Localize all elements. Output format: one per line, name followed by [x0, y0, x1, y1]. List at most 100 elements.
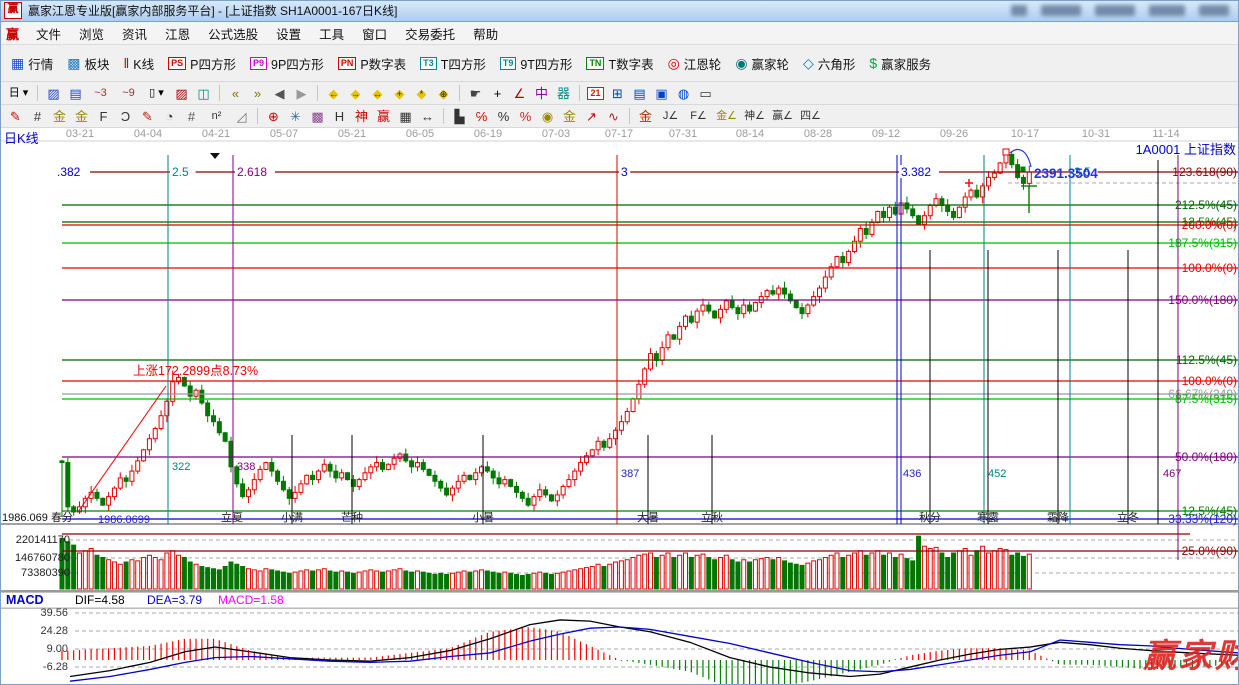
percent-panel-button[interactable]: ▙ — [449, 107, 470, 126]
percent-button[interactable]: % — [493, 107, 514, 126]
titlebar-blurred-button-5[interactable] — [1199, 5, 1229, 16]
hexagon-button[interactable]: ◇六角形 — [797, 51, 861, 76]
menu-item-4[interactable]: 江恩 — [156, 22, 199, 45]
gann-shape-button[interactable]: 中 — [531, 84, 552, 103]
clock-cycle-button[interactable]: ◔ — [159, 107, 180, 126]
percent-line-button[interactable]: ℅ — [471, 107, 492, 126]
arc-ruler-button[interactable]: Ɔ — [115, 107, 136, 126]
menu-item-1[interactable]: 文件 — [27, 22, 70, 45]
gold-ruler2-button[interactable]: 金 — [71, 107, 92, 126]
calculator-button[interactable]: ⊞ — [607, 84, 628, 103]
p-square-button[interactable]: PSP四方形 — [162, 51, 242, 76]
volume-bar — [509, 573, 513, 589]
sectors-button[interactable]: ▩板块 — [61, 51, 115, 76]
hand-tool-button[interactable]: ☛ — [465, 84, 486, 103]
count-grid-button[interactable]: ▦ — [395, 107, 416, 126]
arrow-mark-button[interactable]: ↗ — [581, 107, 602, 126]
calendar-button[interactable]: 21 — [585, 84, 606, 103]
span-arrow-button[interactable]: ↔ — [417, 107, 438, 126]
wave9-icon[interactable]: ~9 — [115, 84, 142, 103]
gann-wheel-button[interactable]: ◎江恩轮 — [662, 51, 728, 76]
titlebar-blurred-button-2[interactable] — [1041, 5, 1081, 16]
wave3-icon[interactable]: ~3 — [87, 84, 114, 103]
volume-profile-icon[interactable]: ◫ — [193, 84, 214, 103]
full-view-diamond-button[interactable]: ◆* — [411, 84, 432, 103]
candle-style-selector[interactable]: ▯ ▾ — [143, 84, 170, 103]
compress-diamond-button[interactable]: ◆+ — [389, 84, 410, 103]
chart-grid-icon[interactable]: ▨ — [43, 84, 64, 103]
gann-scale-button[interactable]: # — [27, 107, 48, 126]
web-grid-button[interactable]: ▩ — [307, 107, 328, 126]
angle-tool-button[interactable]: ∠ — [509, 84, 530, 103]
ruler-button[interactable]: # — [181, 107, 202, 126]
9p-square-button[interactable]: P99P四方形 — [244, 51, 330, 76]
brush-tool-button[interactable]: ✎ — [137, 107, 158, 126]
main-chart-canvas[interactable]: 123.618(90)212.5%(45)12.5%(45)200.0%(0)1… — [0, 128, 1239, 685]
wave-channel-button[interactable]: ∿ — [603, 107, 624, 126]
shen-angle-button[interactable]: 神∠ — [741, 107, 768, 126]
menu-item-6[interactable]: 设置 — [267, 22, 310, 45]
percent-level-button[interactable]: % — [515, 107, 536, 126]
first-page-button[interactable]: « — [225, 84, 246, 103]
chip-distribution-icon[interactable]: ▨ — [171, 84, 192, 103]
si-angle-button[interactable]: 四∠ — [797, 107, 824, 126]
print-button[interactable]: ▭ — [695, 84, 716, 103]
candle-body — [264, 463, 268, 470]
circle-cross-button[interactable]: ⊕ — [263, 107, 284, 126]
winner-wheel-button[interactable]: ◉赢家轮 — [729, 51, 795, 76]
menu-item-7[interactable]: 工具 — [310, 22, 353, 45]
p-table-button[interactable]: PNP数字表 — [332, 51, 412, 76]
swing-button[interactable]: Н — [329, 107, 350, 126]
menu-item-5[interactable]: 公式选股 — [199, 22, 267, 45]
zoom-right-diamond-button[interactable]: ◆→ — [345, 84, 366, 103]
kline-button[interactable]: ‖K线 — [118, 51, 161, 76]
gold-angle-button[interactable]: 金∠ — [713, 107, 740, 126]
t-table-button[interactable]: TNT数字表 — [580, 51, 659, 76]
web-button[interactable]: ◍ — [673, 84, 694, 103]
titlebar-blurred-button-3[interactable] — [1095, 5, 1135, 16]
next-button[interactable]: ▶ — [291, 84, 312, 103]
titlebar-blurred-button-4[interactable] — [1149, 5, 1185, 16]
menu-item-2[interactable]: 浏览 — [70, 22, 113, 45]
restore-view-diamond-button[interactable]: ◆⊕ — [433, 84, 454, 103]
angle-fan-button[interactable]: ◿ — [231, 107, 252, 126]
golden-circle-button[interactable]: ◉ — [537, 107, 558, 126]
fibonacci-ruler-button[interactable]: F — [93, 107, 114, 126]
winner-service-button[interactable]: $赢家服务 — [863, 51, 937, 76]
menu-item-10[interactable]: 帮助 — [464, 22, 507, 45]
t-square-button[interactable]: T3T四方形 — [414, 51, 492, 76]
crosshair-button[interactable]: + — [487, 84, 508, 103]
period-selector[interactable]: 日 ▾ — [5, 84, 32, 103]
menu-item-3[interactable]: 资讯 — [113, 22, 156, 45]
gold-angle0-button[interactable]: 金 — [635, 107, 656, 126]
ying-grid-button[interactable]: 赢 — [373, 107, 394, 126]
save-button[interactable]: ▣ — [651, 84, 672, 103]
volume-bar — [287, 573, 291, 589]
sectors-button-label: 板块 — [84, 54, 109, 73]
golden-line-button[interactable]: 金 — [559, 107, 580, 126]
n-square-button[interactable]: n² — [203, 107, 230, 126]
shen-grid-button[interactable]: 神 — [351, 107, 372, 126]
candle-body — [229, 441, 233, 467]
9t-square-button[interactable]: T99T四方形 — [494, 51, 579, 76]
menu-item-9[interactable]: 交易委托 — [396, 22, 464, 45]
ying-angle-button[interactable]: 赢∠ — [769, 107, 796, 126]
pen-tool-button[interactable]: ✎ — [5, 107, 26, 126]
j-angle-button[interactable]: J∠ — [657, 107, 684, 126]
gold-ruler1-button[interactable]: 金 — [49, 107, 70, 126]
candle-body — [316, 471, 320, 480]
prev-button[interactable]: ◀ — [269, 84, 290, 103]
star-grid-button[interactable]: ✳ — [285, 107, 306, 126]
report-icon[interactable]: ▤ — [65, 84, 86, 103]
volume-bar — [322, 569, 326, 589]
last-page-button[interactable]: » — [247, 84, 268, 103]
expand-diamond-button[interactable]: ◆↔ — [367, 84, 388, 103]
titlebar-blurred-button-1[interactable] — [1011, 5, 1027, 16]
zoom-left-diamond-button[interactable]: ◆← — [323, 84, 344, 103]
menu-item-8[interactable]: 窗口 — [353, 22, 396, 45]
watermark-text: 赢家财富网 — [1142, 637, 1239, 674]
pattern-button[interactable]: 器 — [553, 84, 574, 103]
quotes-button[interactable]: ▦行情 — [5, 51, 59, 76]
notes-button[interactable]: ▤ — [629, 84, 650, 103]
f-angle-button[interactable]: F∠ — [685, 107, 712, 126]
